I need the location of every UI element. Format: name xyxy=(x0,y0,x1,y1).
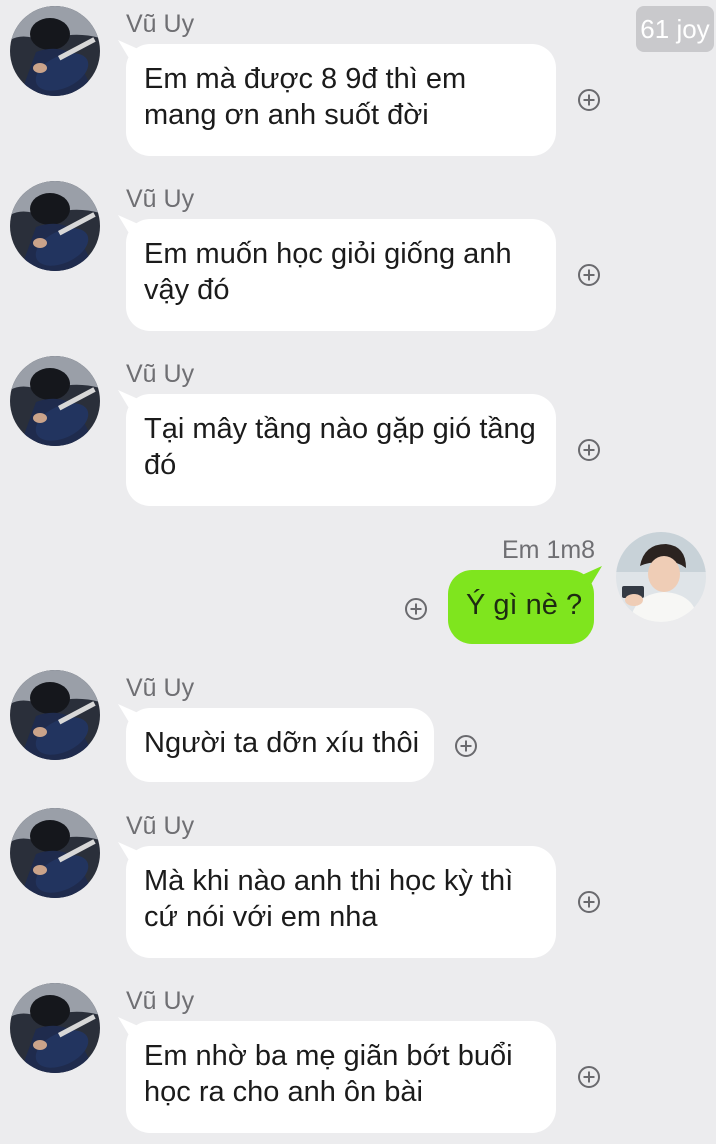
plus-circle-icon[interactable] xyxy=(578,891,600,913)
message-text-line: mang ơn anh suốt đời xyxy=(144,99,429,131)
sender-avatar[interactable] xyxy=(10,983,100,1073)
sender-name: Vũ Uy xyxy=(126,10,195,38)
message-bubble[interactable]: Người ta dỡn xíu thôi xyxy=(126,708,434,782)
plus-circle-icon[interactable] xyxy=(578,264,600,286)
message-text-line: Ý gì nè ? xyxy=(466,589,583,621)
chat-thread: 61 joy Vũ Uy Em mà được 8 9đ thì em mang… xyxy=(0,0,716,1144)
message-bubble[interactable]: Mà khi nào anh thi học kỳ thì cứ nói với… xyxy=(126,846,556,958)
message-bubble[interactable]: Em muốn học giỏi giống anh vậy đó xyxy=(126,219,556,331)
sender-avatar[interactable] xyxy=(10,6,100,96)
sender-name: Vũ Uy xyxy=(126,987,195,1015)
sender-avatar[interactable] xyxy=(10,181,100,271)
plus-circle-icon[interactable] xyxy=(578,1066,600,1088)
sender-name: Vũ Uy xyxy=(126,812,195,840)
sender-name: Vũ Uy xyxy=(126,674,195,702)
sender-avatar[interactable] xyxy=(10,670,100,760)
message-text-line: vậy đó xyxy=(144,274,230,306)
plus-circle-icon[interactable] xyxy=(405,598,427,620)
message-text-line: Em muốn học giỏi giống anh xyxy=(144,238,512,270)
sender-name: Em 1m8 xyxy=(502,536,596,564)
message-text-line: cứ nói với em nha xyxy=(144,901,378,933)
message-text-line: học ra cho anh ôn bài xyxy=(144,1076,423,1108)
message-text-line: Mà khi nào anh thi học kỳ thì xyxy=(144,865,514,897)
sender-name: Vũ Uy xyxy=(126,185,195,213)
message-text-line: Em mà được 8 9đ thì em xyxy=(144,63,467,95)
message-bubble-outgoing[interactable]: Ý gì nè ? xyxy=(448,570,594,644)
plus-circle-icon[interactable] xyxy=(578,439,600,461)
sender-avatar[interactable] xyxy=(10,356,100,446)
message-text-line: Em nhờ ba mẹ giãn bớt buổi xyxy=(144,1040,513,1072)
sender-avatar[interactable] xyxy=(10,808,100,898)
sender-name: Vũ Uy xyxy=(126,360,195,388)
message-text-line: đó xyxy=(144,449,177,481)
message-bubble[interactable]: Em nhờ ba mẹ giãn bớt buổi học ra cho an… xyxy=(126,1021,556,1133)
plus-circle-icon[interactable] xyxy=(455,735,477,757)
message-bubble[interactable]: Tại mây tầng nào gặp gió tầng đó xyxy=(126,394,556,506)
message-text-line: Người ta dỡn xíu thôi xyxy=(144,727,420,759)
joy-counter-badge[interactable]: 61 joy xyxy=(636,6,714,52)
message-bubble[interactable]: Em mà được 8 9đ thì em mang ơn anh suốt … xyxy=(126,44,556,156)
message-text-line: Tại mây tầng nào gặp gió tầng xyxy=(144,413,536,445)
plus-circle-icon[interactable] xyxy=(578,89,600,111)
own-avatar[interactable] xyxy=(616,532,706,622)
